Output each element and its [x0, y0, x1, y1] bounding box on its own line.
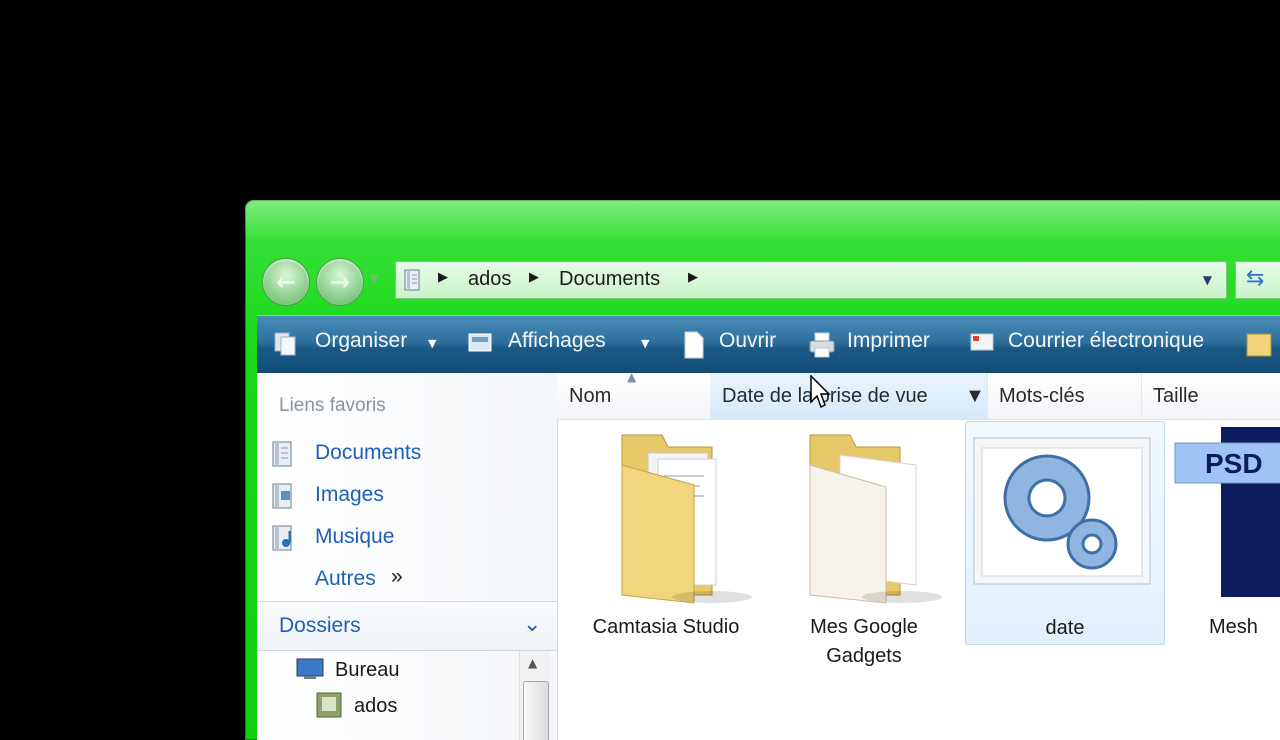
file-item-camtasia-studio[interactable]: Camtasia Studio	[567, 421, 765, 643]
open-icon	[684, 331, 704, 359]
column-filter-dropdown-icon[interactable]: ▼	[965, 385, 985, 408]
folders-title: Dossiers	[279, 614, 361, 637]
desktop-icon	[296, 658, 324, 679]
content-area: Liens favoris Documents Images Musique A…	[257, 370, 1280, 740]
views-icon	[468, 333, 492, 352]
images-icon	[272, 483, 292, 509]
item-label: Mesh	[1209, 616, 1258, 638]
column-headers: Nom ▲ Date de la prise de vue ▼ Mots-clé…	[557, 370, 1280, 420]
column-size[interactable]: Taille	[1141, 373, 1280, 419]
column-date-taken[interactable]: Date de la prise de vue ▼	[710, 373, 988, 419]
print-button[interactable]: Imprimer	[847, 329, 930, 353]
navigation-pane: Liens favoris Documents Images Musique A…	[257, 373, 558, 740]
email-icon	[970, 333, 994, 351]
crumb-ados[interactable]: ados	[468, 268, 511, 291]
organize-icon	[274, 332, 296, 356]
scroll-thumb[interactable]	[523, 681, 549, 740]
documents-folder-icon	[404, 269, 420, 291]
crumb-documents[interactable]: Documents	[559, 268, 660, 291]
column-name[interactable]: Nom ▲	[557, 370, 711, 419]
organize-button[interactable]: Organiser	[315, 329, 407, 353]
mouse-cursor-icon	[810, 375, 831, 409]
file-item-date[interactable]: date	[965, 421, 1165, 645]
favorites-title: Liens favoris	[279, 395, 386, 416]
file-item-mesh[interactable]: P PSD Mesh	[1163, 421, 1280, 643]
favorite-documents-link[interactable]: Documents	[315, 441, 421, 465]
printer-icon	[809, 332, 835, 358]
explorer-window: ← → ▼ ▶ ados ▶ Documents ▶ ▼ ⇆ Organiser…	[245, 200, 1280, 740]
item-label: Mes Google Gadgets	[810, 616, 918, 667]
documents-icon	[272, 441, 292, 467]
tree-item-bureau[interactable]: Bureau	[335, 659, 400, 682]
open-button[interactable]: Ouvrir	[719, 329, 776, 353]
application-gears-icon	[973, 437, 1151, 585]
music-icon	[272, 525, 292, 551]
forward-button[interactable]: →	[316, 258, 364, 306]
more-favorites-link[interactable]: Autres	[315, 567, 376, 591]
command-bar: Organiser ▼ Affichages ▼ Ouvrir Imprimer…	[257, 315, 1280, 374]
column-keywords[interactable]: Mots-clés	[987, 373, 1142, 419]
refresh-icon: ⇆	[1246, 266, 1265, 291]
item-label: date	[1045, 617, 1085, 639]
email-button[interactable]: Courrier électronique	[1008, 329, 1204, 353]
item-label: Camtasia Studio	[592, 616, 740, 638]
user-folder-icon	[316, 692, 342, 718]
crumb-separator-icon[interactable]: ▶	[529, 270, 539, 285]
scroll-up-icon[interactable]: ▲	[528, 656, 537, 670]
back-button[interactable]: ←	[262, 258, 310, 306]
back-arrow-icon: ←	[275, 268, 297, 296]
forward-arrow-icon: →	[329, 268, 351, 296]
crumb-separator-icon[interactable]: ▶	[688, 270, 698, 285]
tree-item-ados[interactable]: ados	[354, 695, 397, 718]
address-bar[interactable]: ▶ ados ▶ Documents ▶ ▼	[395, 261, 1227, 299]
folders-scrollbar[interactable]: ▲	[519, 651, 550, 740]
folder-icon	[621, 434, 752, 604]
views-dropdown-icon[interactable]: ▼	[641, 337, 649, 350]
organize-dropdown-icon[interactable]: ▼	[428, 337, 436, 350]
sort-ascending-icon: ▲	[627, 370, 637, 384]
views-button[interactable]: Affichages	[508, 329, 606, 353]
folders-header[interactable]: Dossiers ⌄	[257, 601, 557, 651]
calendar-icon[interactable]	[1245, 331, 1273, 359]
psd-badge: PSD	[1205, 448, 1263, 479]
favorite-music-link[interactable]: Musique	[315, 525, 394, 549]
recent-pages-dropdown-icon[interactable]: ▼	[370, 272, 378, 285]
file-item-mes-google-gadgets[interactable]: Mes Google Gadgets	[765, 421, 963, 667]
refresh-button[interactable]: ⇆	[1235, 261, 1280, 299]
chevron-down-icon[interactable]: ⌄	[523, 612, 541, 637]
folder-icon	[809, 434, 942, 604]
more-chevron-icon[interactable]: »	[391, 565, 403, 589]
favorite-images-link[interactable]: Images	[315, 483, 384, 507]
address-dropdown-icon[interactable]: ▼	[1203, 273, 1212, 287]
crumb-separator-icon[interactable]: ▶	[438, 270, 448, 285]
